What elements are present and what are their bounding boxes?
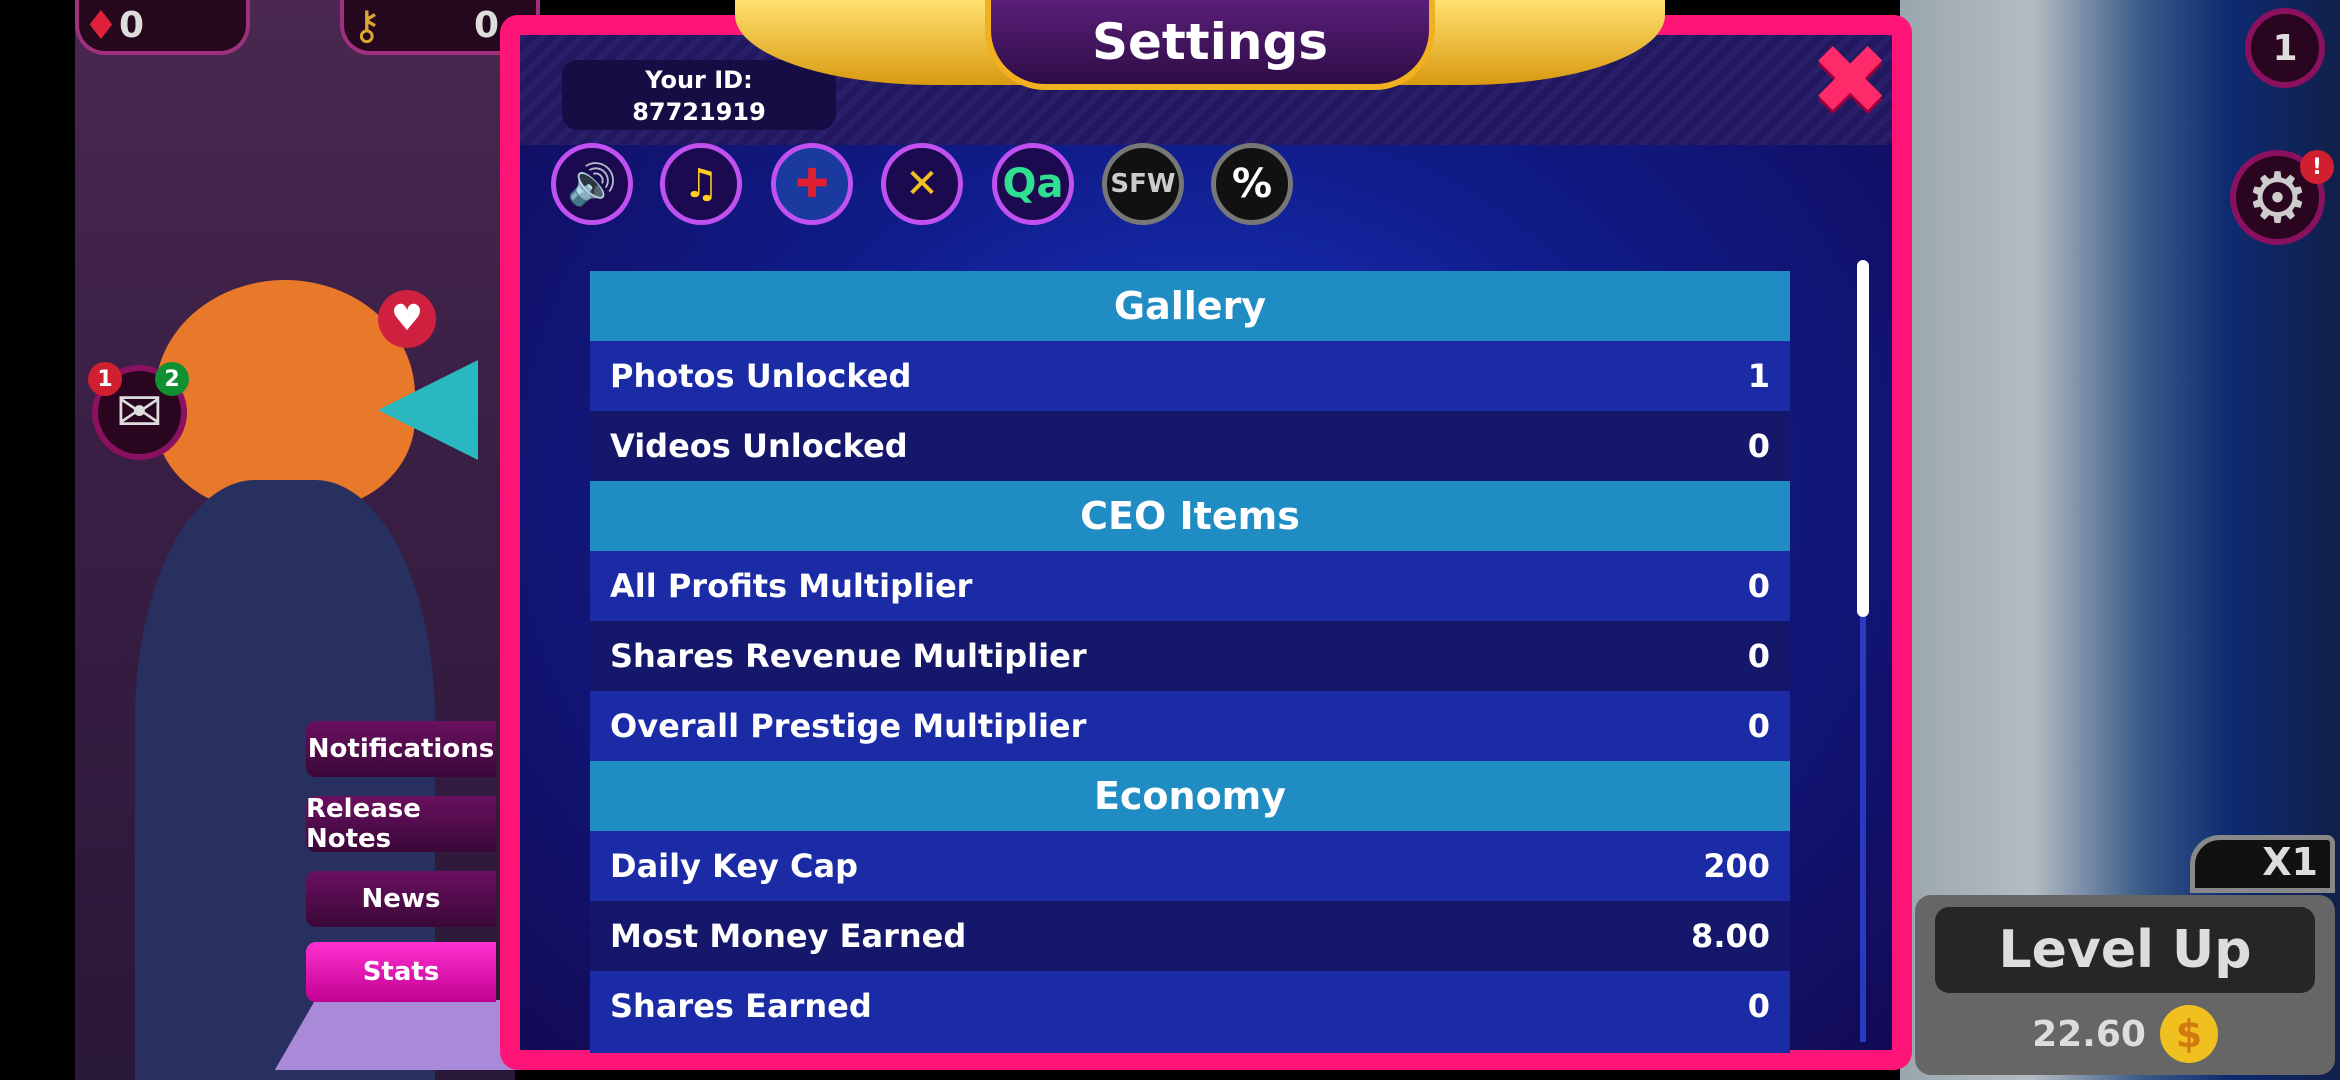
alert-text: ! <box>2311 154 2323 180</box>
stat-row: Videos Unlocked 0 <box>590 411 1790 481</box>
mail-badge-red: 1 <box>88 362 122 396</box>
stat-label: Shares Earned <box>610 987 872 1025</box>
stat-label: Daily Key Cap <box>610 847 859 885</box>
gem-icon: ♦ <box>83 2 119 49</box>
menu-news[interactable]: News <box>306 871 496 927</box>
menu-label: Notifications <box>307 734 495 764</box>
section-header: Gallery <box>590 271 1790 341</box>
language-uk-flag-button[interactable]: ✚ <box>771 143 853 225</box>
key-icon: ⚷ <box>352 2 382 49</box>
stats-table: Gallery Photos Unlocked 1 Videos Unlocked 0 C… <box>590 271 1790 1053</box>
stat-value: 0 <box>1747 427 1770 465</box>
cost-value: 22.60 <box>2032 1013 2146 1055</box>
gem-counter[interactable]: ♦ 0 <box>75 0 250 55</box>
id-label: Your ID: <box>645 66 753 94</box>
menu-label: News <box>361 884 441 914</box>
close-icon: ✖ <box>1810 24 1891 136</box>
percent-icon: % <box>1231 161 1273 207</box>
stat-label: Shares Revenue Multiplier <box>610 637 1087 675</box>
stat-row: Photos Unlocked 1 <box>590 341 1790 411</box>
stat-value: 0 <box>1747 987 1770 1025</box>
section-title: Gallery <box>1113 284 1267 328</box>
menu-notifications[interactable]: Notifications <box>306 721 496 777</box>
stat-value: 0 <box>1747 567 1770 605</box>
level-up-button[interactable]: Level Up 22.60 $ <box>1915 895 2335 1075</box>
section-header: CEO Items <box>590 481 1790 551</box>
stat-value: 0 <box>1747 637 1770 675</box>
sfw-button[interactable]: SFW <box>1102 143 1184 225</box>
sound-icon: 🔊 <box>567 161 617 208</box>
stat-row: Shares Earned 0 <box>590 971 1790 1041</box>
modal-title: Settings <box>985 0 1435 90</box>
percent-button[interactable]: % <box>1211 143 1293 225</box>
multiplier-text: X1 <box>2262 840 2318 884</box>
stat-label: Overall Prestige Multiplier <box>610 707 1087 745</box>
menu-stats[interactable]: Stats <box>306 942 496 1002</box>
coin-x-button[interactable]: ✕ <box>881 143 963 225</box>
coin-symbol: $ <box>2175 1012 2203 1056</box>
menu-release-notes[interactable]: Release Notes <box>306 794 496 854</box>
stat-row: Daily Key Cap 200 <box>590 831 1790 901</box>
key-count: 0 <box>474 5 500 46</box>
language-uk-flag-icon: ✚ <box>795 161 829 207</box>
qa-icon: Qa <box>1002 161 1064 207</box>
sfw-icon: SFW <box>1110 169 1176 199</box>
player-id-box: Your ID: 87721919 <box>562 60 836 130</box>
scrollbar-thumb[interactable] <box>1857 260 1869 617</box>
stat-label: Videos Unlocked <box>610 427 908 465</box>
badge-text: 2 <box>164 366 180 392</box>
stat-row: Shares Revenue Multiplier 0 <box>590 621 1790 691</box>
stat-row-partial <box>590 1041 1790 1053</box>
coin-icon: $ <box>2159 1005 2218 1063</box>
section-title: Economy <box>1093 774 1287 818</box>
id-value: 87721919 <box>632 98 766 126</box>
title-text: Settings <box>1091 13 1328 71</box>
character-hair <box>155 280 415 510</box>
stat-label: Most Money Earned <box>610 917 967 955</box>
settings-alert-badge: ! <box>2300 150 2334 184</box>
stat-value: 1 <box>1747 357 1770 395</box>
heart-icon[interactable]: ♥ <box>378 290 436 348</box>
music-icon: ♫ <box>683 161 719 207</box>
level-badge[interactable]: 1 <box>2245 8 2325 88</box>
stat-label: Photos Unlocked <box>610 357 912 395</box>
gem-count: 0 <box>119 5 145 46</box>
stat-value: 8.00 <box>1691 917 1770 955</box>
section-header: Economy <box>590 761 1790 831</box>
coin-x-icon: ✕ <box>905 161 939 207</box>
badge-text: 1 <box>97 366 113 392</box>
level-number: 1 <box>2272 27 2298 69</box>
arrow-left-icon[interactable] <box>378 360 478 460</box>
stat-row: All Profits Multiplier 0 <box>590 551 1790 621</box>
level-up-cost: 22.60 $ <box>1915 1005 2335 1063</box>
menu-label: Release Notes <box>306 794 421 854</box>
mail-badge-green: 2 <box>155 362 189 396</box>
mail-icon: ✉ <box>116 380 163 445</box>
stat-value: 0 <box>1747 707 1770 745</box>
close-button[interactable]: ✖ <box>1810 32 1890 128</box>
menu-label: Stats <box>362 957 440 987</box>
qa-button[interactable]: Qa <box>992 143 1074 225</box>
multiplier-toggle[interactable]: X1 <box>2190 835 2335 893</box>
music-button[interactable]: ♫ <box>660 143 742 225</box>
stat-value: 200 <box>1703 847 1770 885</box>
sound-button[interactable]: 🔊 <box>551 143 633 225</box>
stat-row: Most Money Earned 8.00 <box>590 901 1790 971</box>
section-title: CEO Items <box>1080 494 1300 538</box>
stat-label: All Profits Multiplier <box>610 567 973 605</box>
stat-row: Overall Prestige Multiplier 0 <box>590 691 1790 761</box>
level-up-label: Level Up <box>1935 907 2315 993</box>
